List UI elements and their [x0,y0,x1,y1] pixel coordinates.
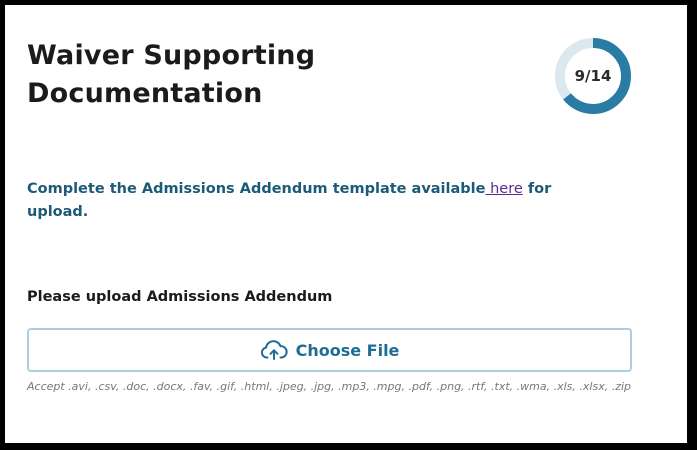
upload-card: Waiver Supporting Documentation 9/14 Com… [5,5,687,443]
page-title: Waiver Supporting Documentation [27,40,316,109]
upload-field-label: Please upload Admissions Addendum [27,289,333,305]
cloud-upload-icon [260,339,288,361]
choose-file-button[interactable]: Choose File [27,328,632,372]
instructions-text-before: Complete the Admissions Addendum templat… [27,181,486,197]
progress-ring: 9/14 [554,37,632,115]
choose-file-label: Choose File [295,340,400,360]
accepted-file-types: Accept .avi, .csv, .doc, .docx, .fav, .g… [27,380,632,393]
template-link[interactable]: here [485,181,523,197]
progress-label: 9/14 [574,67,612,85]
instructions-text: Complete the Admissions Addendum templat… [27,178,607,224]
